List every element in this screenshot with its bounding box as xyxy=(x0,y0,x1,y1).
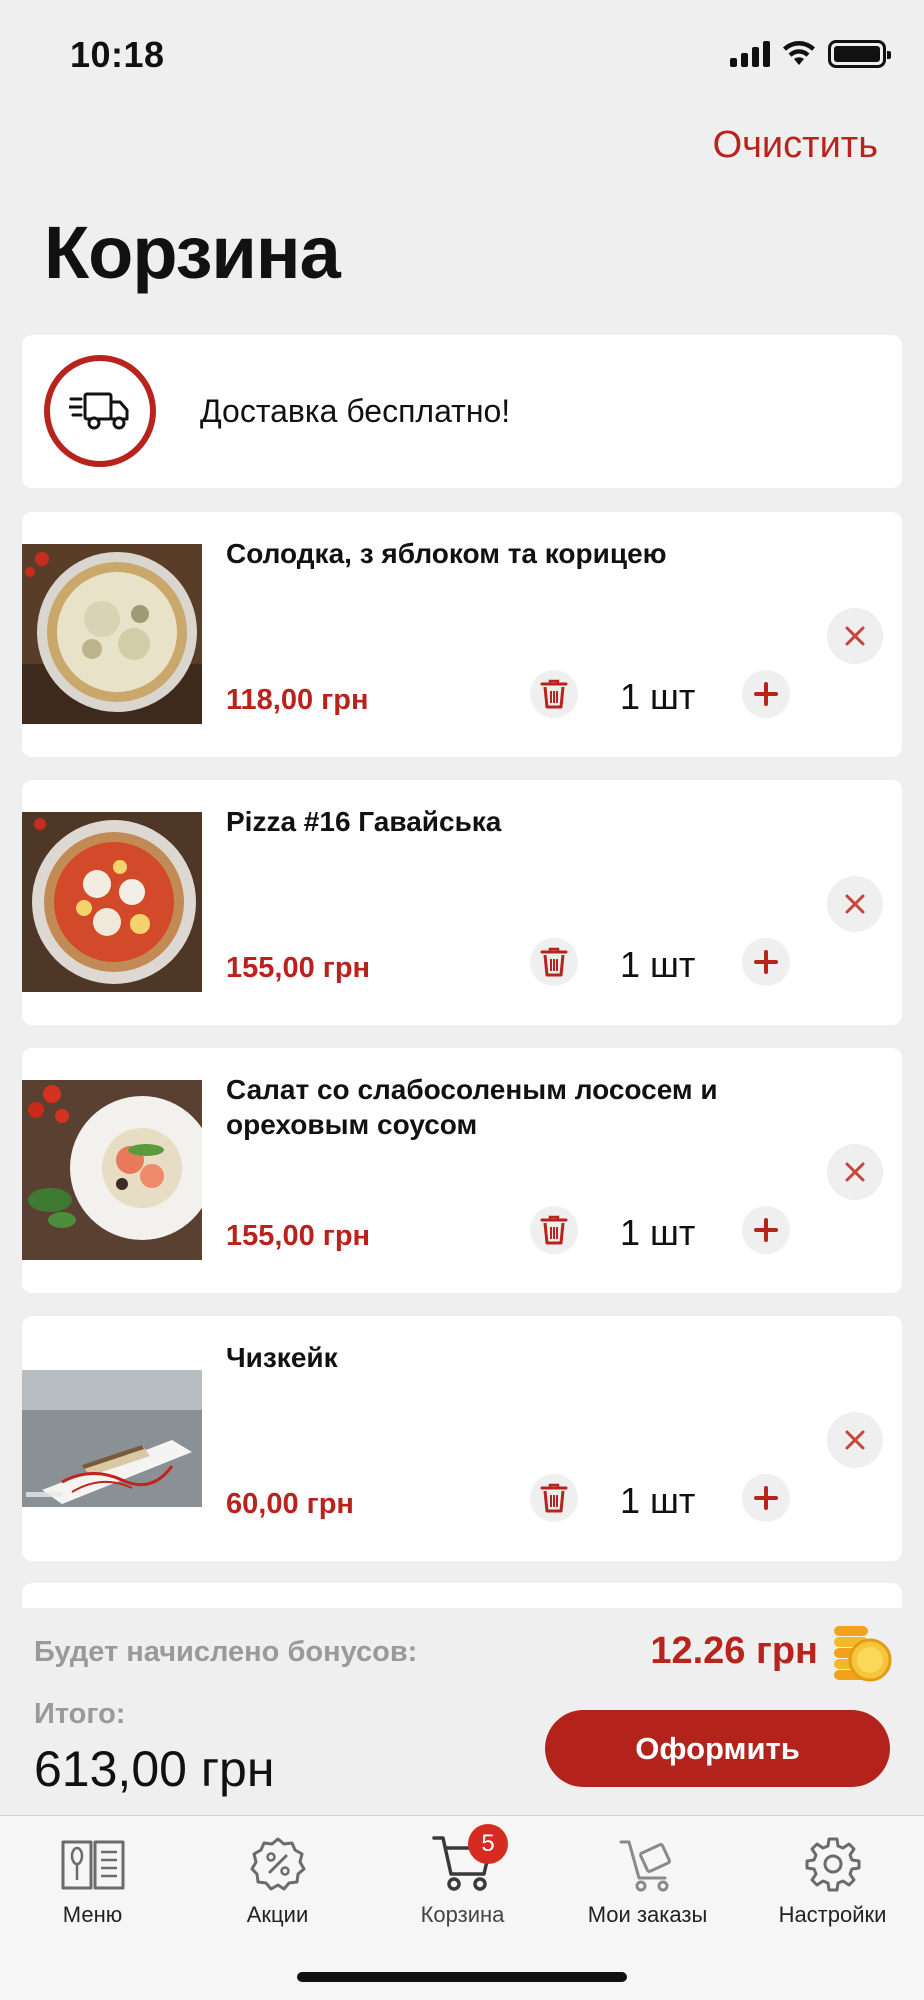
tab-label: Мои заказы xyxy=(587,1902,708,1927)
product-name: Pizza #16 Гавайська xyxy=(226,806,502,837)
decrease-quantity-button[interactable] xyxy=(530,670,578,718)
product-image[interactable] xyxy=(22,1370,202,1507)
product-image[interactable] xyxy=(22,812,202,992)
cart-item: Салат со слабосоленым лососем и ореховым… xyxy=(22,1048,902,1293)
increase-quantity-button[interactable] xyxy=(742,938,790,986)
battery-icon xyxy=(828,40,891,68)
home-indicator[interactable] xyxy=(297,1972,627,1982)
tab-label: Корзина xyxy=(420,1902,505,1927)
delivery-text: Доставка бесплатно! xyxy=(200,393,511,429)
quantity-value: 1 шт xyxy=(620,676,696,717)
product-price: 118,00 грн xyxy=(226,684,369,716)
cart-item: Pizza #16 Гавайська 155,00 грн 1 шт xyxy=(22,780,902,1025)
cart-count-badge: 5 xyxy=(468,1824,508,1864)
gear-icon xyxy=(805,1837,860,1892)
tab-my-orders[interactable]: Мои заказы xyxy=(555,1830,740,1928)
wifi-icon xyxy=(783,41,815,65)
close-icon xyxy=(845,1430,865,1450)
page-title: Корзина xyxy=(44,211,341,294)
clear-cart-button[interactable]: Очистить xyxy=(713,124,878,167)
order-summary: Будет начислено бонусов: 12.26 грн Итого… xyxy=(0,1608,924,1815)
product-price: 155,00 грн xyxy=(226,952,371,984)
checkout-button[interactable]: Оформить xyxy=(545,1710,890,1787)
tab-settings[interactable]: Настройки xyxy=(740,1830,924,1928)
cart-item: Солодка, з яблоком та корицею 118,00 грн… xyxy=(22,512,902,757)
tab-promotions[interactable]: Акции xyxy=(185,1830,370,1928)
trash-icon xyxy=(540,1215,568,1245)
orders-icon xyxy=(619,1840,671,1892)
remove-item-button[interactable] xyxy=(827,608,883,664)
trash-icon xyxy=(540,947,568,977)
product-name: Салат со слабосоленым лососем и ореховым… xyxy=(226,1074,718,1140)
trash-icon xyxy=(540,1483,568,1513)
delivery-banner: Доставка бесплатно! xyxy=(22,335,902,488)
close-icon xyxy=(845,894,865,914)
quantity-value: 1 шт xyxy=(620,1212,696,1253)
total-label: Итого: xyxy=(34,1698,126,1730)
decrease-quantity-button[interactable] xyxy=(530,1474,578,1522)
decrease-quantity-button[interactable] xyxy=(530,1206,578,1254)
plus-icon xyxy=(754,682,778,706)
tab-label: Настройки xyxy=(778,1902,887,1927)
quantity-value: 1 шт xyxy=(620,944,696,985)
bonus-value: 12.26 грн xyxy=(650,1630,818,1672)
product-image[interactable] xyxy=(22,544,202,724)
close-icon xyxy=(845,626,865,646)
remove-item-button[interactable] xyxy=(827,876,883,932)
trash-icon xyxy=(540,679,568,709)
plus-icon xyxy=(754,950,778,974)
increase-quantity-button[interactable] xyxy=(742,1474,790,1522)
tab-menu[interactable]: Меню xyxy=(0,1830,185,1928)
product-image[interactable] xyxy=(22,1080,202,1260)
increase-quantity-button[interactable] xyxy=(742,1206,790,1254)
quantity-value: 1 шт xyxy=(620,1480,696,1521)
bonus-label: Будет начислено бонусов: xyxy=(34,1636,418,1668)
product-price: 155,00 грн xyxy=(226,1220,371,1252)
status-time: 10:18 xyxy=(70,34,165,75)
coins-icon xyxy=(834,1626,892,1682)
increase-quantity-button[interactable] xyxy=(742,670,790,718)
status-icons xyxy=(730,40,891,68)
close-icon xyxy=(845,1162,865,1182)
remove-item-button[interactable] xyxy=(827,1412,883,1468)
plus-icon xyxy=(754,1218,778,1242)
product-name: Чизкейк xyxy=(226,1342,338,1373)
tab-cart[interactable]: 5 Корзина xyxy=(370,1824,555,1928)
cellular-signal-icon xyxy=(730,41,770,67)
delivery-truck-icon xyxy=(44,355,156,467)
product-name: Солодка, з яблоком та корицею xyxy=(226,538,667,569)
menu-book-icon xyxy=(61,1840,124,1890)
remove-item-button[interactable] xyxy=(827,1144,883,1200)
status-bar: 10:18 xyxy=(0,0,924,110)
decrease-quantity-button[interactable] xyxy=(530,938,578,986)
plus-icon xyxy=(754,1486,778,1510)
discount-badge-icon xyxy=(250,1837,305,1891)
cart-item: Чизкейк 60,00 грн 1 шт xyxy=(22,1316,902,1561)
total-value: 613,00 грн xyxy=(34,1741,275,1797)
tab-label: Меню xyxy=(62,1902,123,1927)
tab-label: Акции xyxy=(246,1902,309,1927)
product-price: 60,00 грн xyxy=(226,1488,354,1520)
